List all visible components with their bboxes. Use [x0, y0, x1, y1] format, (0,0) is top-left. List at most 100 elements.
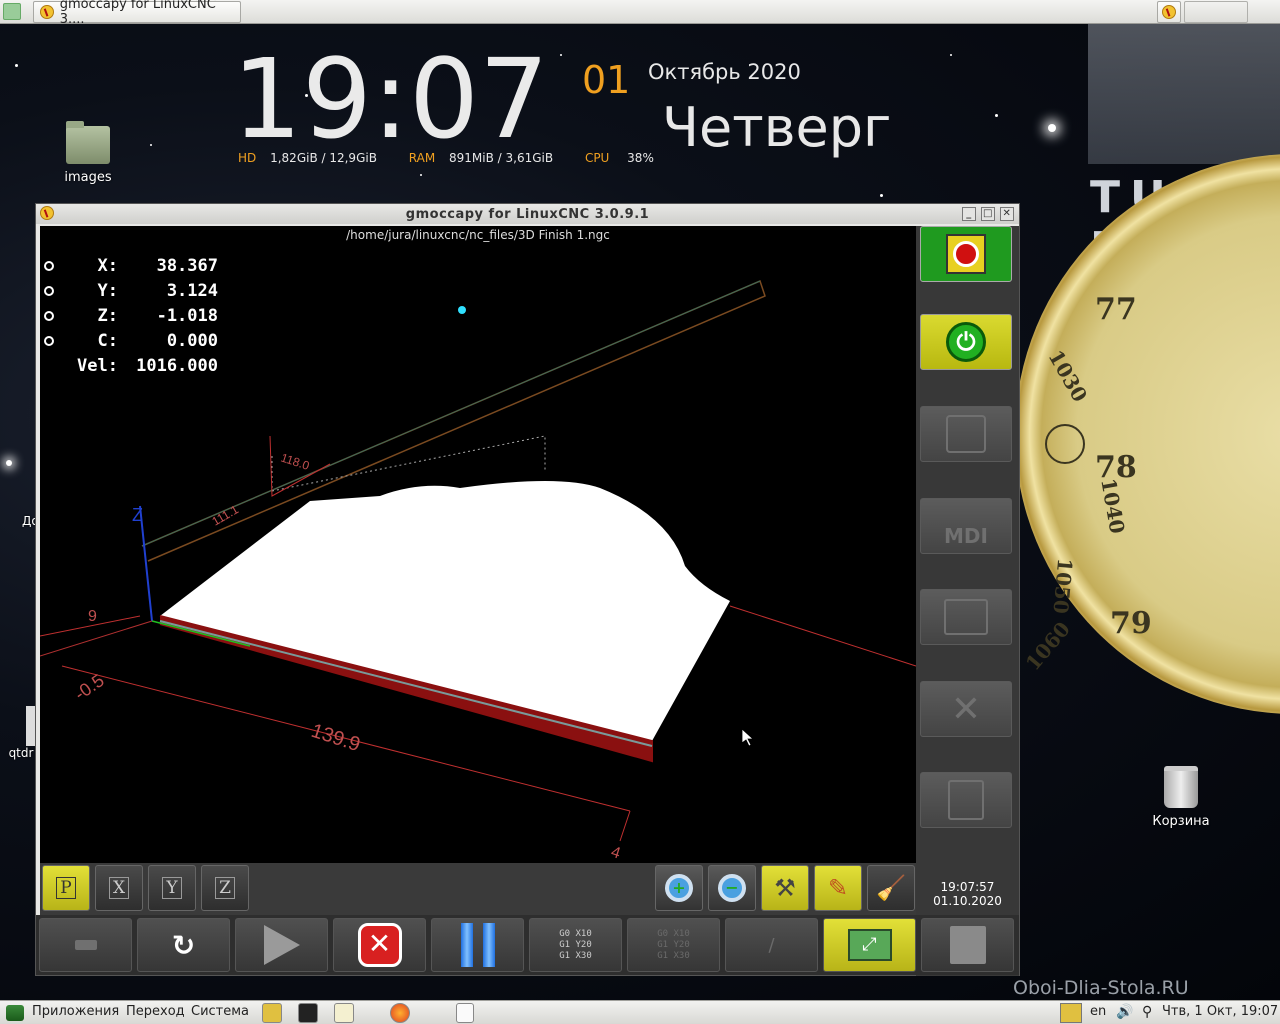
toolpath-3d-view: Z 118.0 111.1 139.9 -0.5 9 4 [40, 279, 916, 863]
mdi-label: MDI [944, 524, 988, 548]
broom-icon: 🧹 [876, 874, 906, 902]
top-panel: gmoccapy for LinuxCNC 3.... [0, 0, 1280, 27]
zoom-out-button[interactable]: − [708, 865, 756, 911]
run-from-line-button[interactable]: G0 X10 G1 Y20 G1 X30 [529, 918, 622, 972]
dim-label-4: -0.5 [71, 670, 108, 704]
window-title: gmoccapy for LinuxCNC 3.0.9.1 [405, 206, 650, 222]
panel-app-icon[interactable] [3, 3, 21, 20]
desktop-icon-images[interactable]: images [55, 121, 121, 185]
wallpaper-watermark: Oboi-Dlia-Stola.RU [1013, 977, 1189, 999]
conky-time: 19:07 [232, 35, 550, 163]
desktop-icon-trash[interactable]: Корзина [1148, 766, 1214, 829]
conky-day: 01 [582, 58, 631, 102]
window-titlebar[interactable]: gmoccapy for LinuxCNC 3.0.9.1 _ □ ✕ [36, 204, 1019, 224]
wallpaper-cross [1088, 24, 1280, 164]
view-toolbar: P X Y Z + − ⚒ ✎ 🧹 [40, 863, 916, 915]
view-p-button[interactable]: P [42, 865, 90, 911]
network-icon[interactable]: ⚲ [1142, 1004, 1152, 1020]
action-toolbar: ↻ ✕ G0 X10 G1 Y20 G1 X30 G0 X10 G1 Y20 G1 X3… [36, 915, 1019, 975]
play-icon [263, 925, 300, 965]
stop-icon: ✕ [357, 923, 402, 967]
stop-button[interactable]: ✕ [333, 918, 426, 972]
edit-file-button[interactable] [921, 918, 1014, 972]
dim-label-6: 4 [609, 844, 623, 863]
taskbar-window-button[interactable]: gmoccapy for LinuxCNC 3.... [33, 0, 241, 27]
dim-label-3: 139.9 [308, 720, 362, 756]
mdi-mode-button[interactable]: MDI [920, 498, 1012, 554]
power-icon: ⏻ [946, 322, 986, 362]
text-editor-icon[interactable] [334, 1003, 354, 1023]
caliper-icon: ⚒ [774, 874, 796, 902]
firefox-icon[interactable] [390, 1003, 410, 1023]
skip-lines-button[interactable]: G0 X10 G1 Y20 G1 X30 [627, 918, 720, 972]
view-z-button[interactable]: Z [201, 865, 249, 911]
show-desktop-icon[interactable] [456, 1003, 474, 1023]
notepad-icon [949, 926, 986, 964]
linuxcnc-launcher-icon[interactable] [262, 1003, 282, 1023]
fullscreen-button[interactable]: ⤢ [823, 918, 916, 972]
run-button[interactable] [235, 918, 328, 972]
fullscreen-icon: ⤢ [847, 929, 892, 961]
volume-icon[interactable]: 🔊 [1116, 1004, 1133, 1020]
manual-mode-button[interactable] [920, 406, 1012, 462]
conky-hd-value: 1,82GiB / 12,9GiB [270, 151, 377, 165]
conky-cpu-label: CPU [584, 151, 610, 165]
menu-places[interactable]: Переход [126, 1004, 185, 1019]
step-icon [74, 940, 97, 950]
gmoccapy-window: gmoccapy for LinuxCNC 3.0.9.1 _ □ ✕ /hom… [35, 203, 1020, 976]
clear-plot-button[interactable]: 🧹 [867, 865, 915, 911]
dim-label-5: 9 [88, 608, 97, 625]
menu-system[interactable]: Система [191, 1004, 249, 1019]
zoom-out-icon: − [718, 874, 746, 902]
taskbar-window-label: gmoccapy for LinuxCNC 3.... [59, 0, 216, 27]
folder-icon [66, 121, 110, 164]
dim-label-1: 118.0 [279, 451, 311, 473]
gcode-preview[interactable]: /home/jura/linuxcnc/nc_files/3D Finish 1… [40, 226, 916, 863]
zoom-in-button[interactable]: + [655, 865, 703, 911]
pause-button[interactable] [431, 918, 524, 972]
measure-button[interactable]: ⚒ [761, 865, 809, 911]
keypad-icon [946, 415, 986, 453]
machine-power-button[interactable]: ⏻ [920, 314, 1012, 370]
tool-position-marker [458, 306, 466, 314]
linuxcnc-icon [1162, 5, 1176, 19]
apps-menu-icon [6, 1005, 24, 1021]
view-x-button[interactable]: X [95, 865, 143, 911]
close-button[interactable]: ✕ [1000, 207, 1014, 221]
edit-button[interactable]: ✎ [814, 865, 862, 911]
linuxcnc-icon [40, 5, 54, 19]
menu-applications[interactable]: Приложения [32, 1004, 119, 1019]
mouse-cursor-icon [741, 728, 755, 747]
keyboard-layout[interactable]: en [1090, 1004, 1106, 1019]
computer-icon [944, 599, 988, 635]
emergency-stop-icon [946, 234, 986, 274]
conky-month-year: Октябрь 2020 [648, 60, 801, 84]
terminal-icon[interactable] [298, 1003, 318, 1023]
desktop-icon-partial-2[interactable]: qtdr [6, 706, 36, 760]
pencil-icon: ✎ [827, 874, 849, 902]
conky-weekday: Четверг [662, 96, 892, 159]
z-axis-label: Z [132, 505, 143, 525]
workspace-switcher[interactable] [1060, 1003, 1082, 1023]
conky-ram-label: RAM [408, 151, 436, 165]
minimize-button[interactable]: _ [962, 207, 976, 221]
taskbar-empty-slot[interactable] [1184, 1, 1248, 23]
auto-mode-button[interactable] [920, 589, 1012, 645]
taskbar-window-button-2[interactable] [1157, 1, 1181, 23]
tools-icon: ✕ [950, 688, 982, 730]
step-button[interactable] [39, 918, 132, 972]
estop-button[interactable] [920, 226, 1012, 282]
view-y-button[interactable]: Y [148, 865, 196, 911]
settings-button[interactable]: ✕ [920, 681, 1012, 737]
maximize-button[interactable]: □ [981, 207, 995, 221]
conky-hd-label: HD [238, 151, 257, 165]
pause-icon [460, 923, 495, 967]
linuxcnc-icon [40, 206, 54, 220]
conky-ram-value: 891MiB / 3,61GiB [449, 151, 554, 165]
user-tabs-button[interactable] [920, 772, 1012, 828]
reload-button[interactable]: ↻ [137, 918, 230, 972]
wallpaper-barometer: 77 1030 78 1040 1050 79 1060 [1015, 154, 1280, 714]
panel-clock[interactable]: Чтв, 1 Окт, 19:07 [1162, 1004, 1278, 1019]
optional-block-button[interactable]: / [725, 918, 818, 972]
slash-icon: / [768, 934, 775, 956]
